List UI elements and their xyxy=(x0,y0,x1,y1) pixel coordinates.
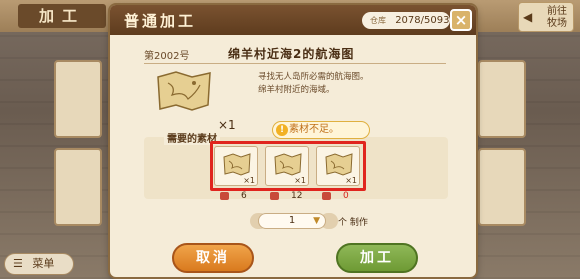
recipe-name: 绵羊村近海2的航海图 xyxy=(228,47,355,61)
menu-icon: ☰ xyxy=(13,257,23,270)
screen-title: 加工 xyxy=(18,4,106,28)
back-arrow-icon: ◀ xyxy=(523,10,533,24)
dropdown-arrow-icon: ▼ xyxy=(313,216,320,226)
storage-counter: 仓库 2078/5093 xyxy=(362,12,450,29)
processing-dialog: 普通加工 仓库 2078/5093 × 第2002号 绵羊村近海2的航海图 寻找… xyxy=(110,5,476,277)
quantity-value: 1 xyxy=(288,215,296,226)
material-owned-count: 6 xyxy=(220,191,247,201)
description-line: 寻找无人岛所必需的航海图。 xyxy=(258,72,369,82)
material-owned-count: 12 xyxy=(270,191,302,201)
owned-value: 0 xyxy=(343,191,349,201)
recipe-code: 第2002号 xyxy=(144,51,190,62)
divider xyxy=(144,63,446,64)
side-recipe-card[interactable] xyxy=(54,148,102,226)
storage-value: 2078/5093 xyxy=(395,15,450,26)
menu-button[interactable]: ☰ 菜单 xyxy=(4,253,74,275)
insufficient-warning: ! 素材不足。 xyxy=(272,121,370,139)
storage-icon xyxy=(220,191,229,200)
warning-icon: ! xyxy=(276,124,288,136)
side-recipe-card[interactable] xyxy=(54,60,102,138)
cancel-button[interactable]: 取消 xyxy=(172,243,254,273)
side-recipe-card[interactable] xyxy=(478,60,526,138)
side-recipe-card[interactable] xyxy=(478,148,526,226)
storage-icon xyxy=(322,191,331,200)
close-button[interactable]: × xyxy=(450,9,472,31)
materials-highlight xyxy=(210,141,366,191)
close-icon: × xyxy=(454,11,468,29)
sea-map-icon xyxy=(157,71,211,111)
description-line: 绵羊村附近的海域。 xyxy=(258,85,335,95)
recipe-description: 寻找无人岛所必需的航海图。 绵羊村附近的海域。 xyxy=(258,71,458,97)
warning-text: 素材不足。 xyxy=(289,124,339,135)
menu-label: 菜单 xyxy=(32,257,55,270)
owned-value: 6 xyxy=(241,191,247,201)
make-unit-label: 个 制作 xyxy=(338,218,368,228)
storage-label: 仓库 xyxy=(370,16,386,25)
process-button[interactable]: 加工 xyxy=(336,243,418,273)
go-to-farm-button[interactable]: ◀ 前往牧场 xyxy=(518,2,574,32)
owned-value: 12 xyxy=(291,191,303,201)
dialog-title: 普通加工 xyxy=(124,12,197,30)
output-quantity: ×1 xyxy=(218,118,236,132)
storage-icon xyxy=(270,191,279,200)
go-to-farm-label: 前往牧场 xyxy=(547,6,567,29)
material-owned-count: 0 xyxy=(322,191,349,201)
quantity-selector[interactable]: 1 ▼ xyxy=(258,213,326,229)
